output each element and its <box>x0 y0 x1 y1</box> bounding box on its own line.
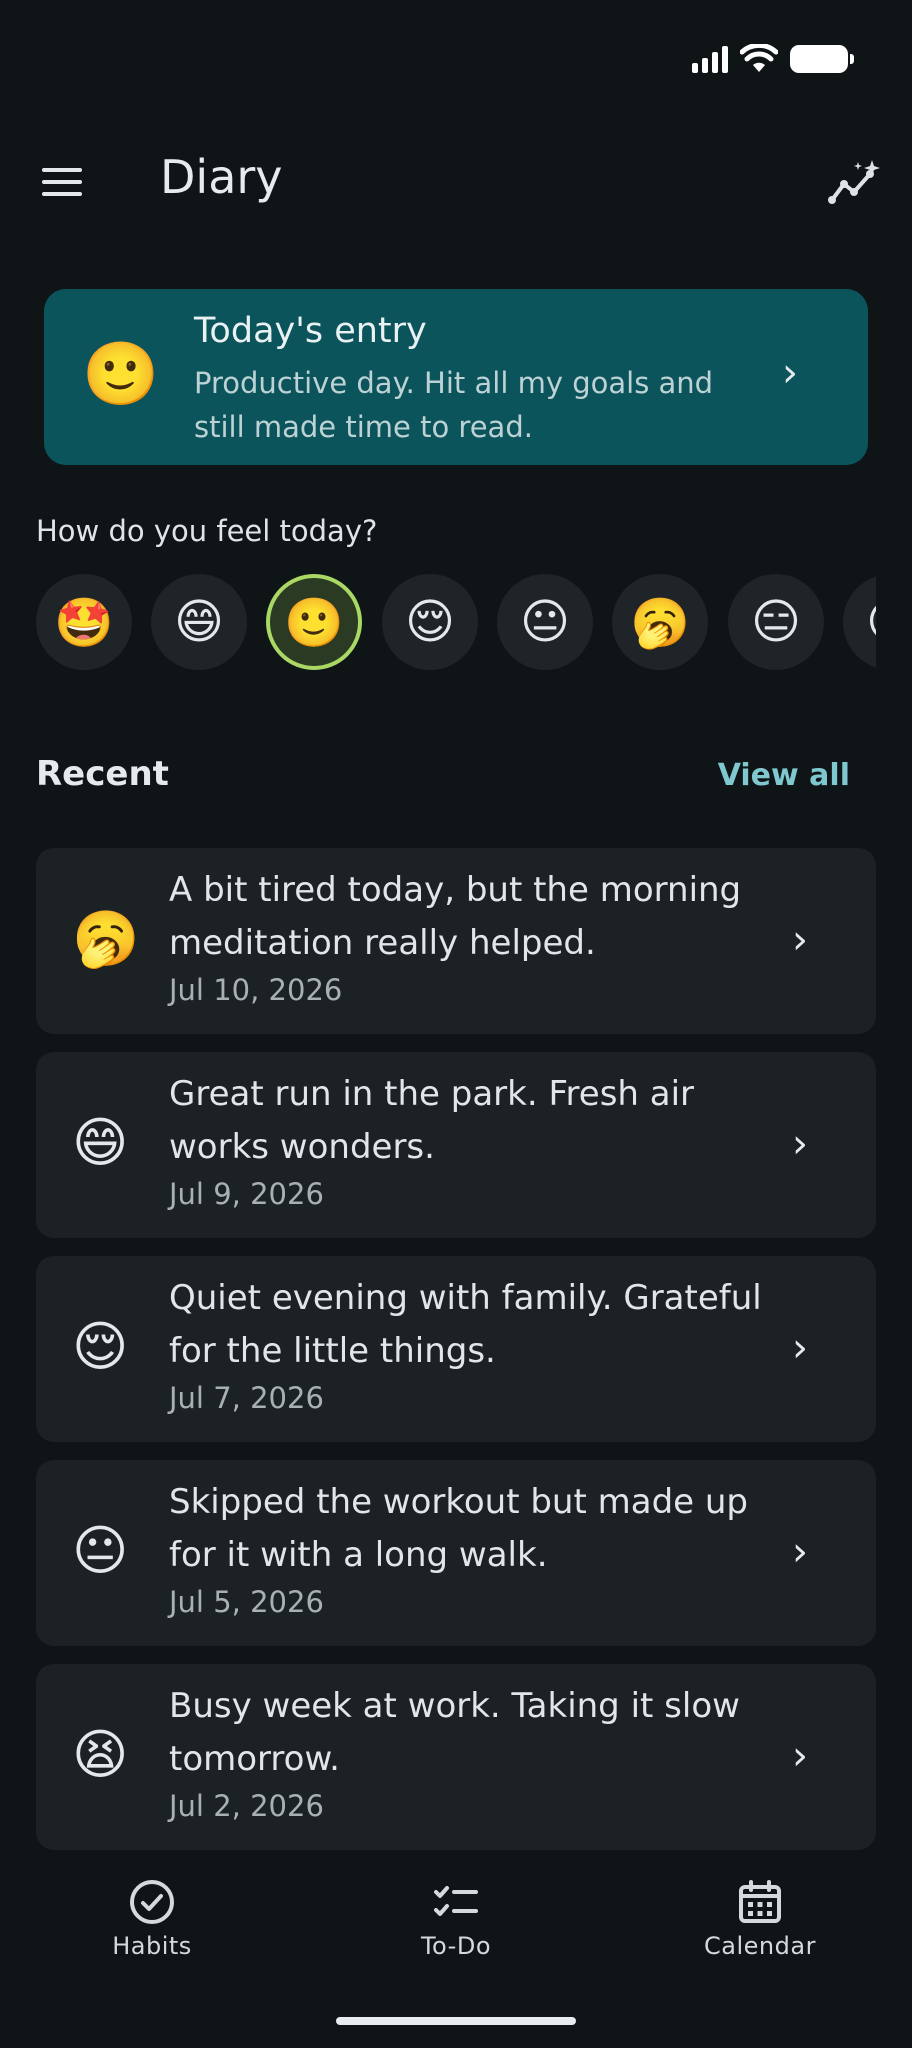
entry-mood-emoji: 🥱 <box>72 907 140 970</box>
nav-item-habits[interactable]: Habits <box>52 1878 252 1960</box>
nav-label-calendar: Calendar <box>704 1932 816 1960</box>
status-bar <box>692 44 854 74</box>
menu-button[interactable] <box>34 160 90 204</box>
mood-option-grinning[interactable]: 😄 <box>151 574 247 670</box>
cellular-signal-icon <box>692 45 728 73</box>
mood-option-star-struck[interactable]: 🤩 <box>36 574 132 670</box>
nav-label-todo: To-Do <box>420 1932 492 1960</box>
mood-option-relieved[interactable]: 😌 <box>382 574 478 670</box>
mood-option-neutral[interactable]: 😐 <box>497 574 593 670</box>
entry-mood-emoji: 😐 <box>72 1519 129 1582</box>
entry-date: Jul 9, 2026 <box>169 1177 324 1211</box>
nav-item-todo[interactable]: To-Do <box>356 1878 556 1960</box>
today-entry-text: Productive day. Hit all my goals and sti… <box>194 366 714 444</box>
mood-picker: 🤩 😄 🙂 😌 😐 🥱 😑 😢 <box>36 574 876 670</box>
check-circle-icon <box>130 1880 174 1924</box>
mood-option-crying[interactable]: 😢 <box>843 574 876 670</box>
mood-option-slight-smile-selected[interactable]: 🙂 <box>266 574 362 670</box>
chevron-right-icon: › <box>792 1733 808 1779</box>
chevron-right-icon: › <box>792 1325 808 1371</box>
mood-option-yawning[interactable]: 🥱 <box>612 574 708 670</box>
chevron-right-icon: › <box>792 1121 808 1167</box>
todays-entry-card[interactable]: 🙂 Today's entry Productive day. Hit all … <box>44 289 868 465</box>
calendar-icon <box>739 1880 781 1923</box>
today-mood-emoji: 🙂 <box>82 337 160 410</box>
entry-text: Great run in the park. Fresh air works w… <box>169 1074 695 1167</box>
battery-icon <box>790 45 854 73</box>
diary-entry-card[interactable]: 😌 Quiet evening with family. Grateful fo… <box>36 1256 876 1442</box>
entry-date: Jul 5, 2026 <box>169 1585 324 1619</box>
insights-sparkle-icon <box>828 160 880 204</box>
checklist-icon <box>434 1886 478 1916</box>
entry-text: Busy week at work. Taking it slow tomorr… <box>169 1686 740 1779</box>
entry-mood-emoji: 😫 <box>72 1723 129 1786</box>
insights-button[interactable] <box>828 158 884 208</box>
nav-label-habits: Habits <box>112 1932 192 1960</box>
nav-item-calendar[interactable]: Calendar <box>660 1878 860 1960</box>
chevron-right-icon: › <box>792 917 808 963</box>
wifi-icon <box>740 44 778 72</box>
today-entry-title: Today's entry <box>194 311 427 351</box>
entry-mood-emoji: 😄 <box>72 1111 129 1174</box>
page-title: Diary <box>160 150 283 204</box>
diary-entry-card[interactable]: 😫 Busy week at work. Taking it slow tomo… <box>36 1664 876 1850</box>
entry-text: Quiet evening with family. Grateful for … <box>169 1278 762 1371</box>
entry-text: A bit tired today, but the morning medit… <box>169 870 742 963</box>
chevron-right-icon: › <box>782 350 798 396</box>
entry-text: Skipped the workout but made up for it w… <box>169 1482 749 1575</box>
mood-option-expressionless[interactable]: 😑 <box>728 574 824 670</box>
view-all-link[interactable]: View all <box>718 758 850 793</box>
entry-date: Jul 2, 2026 <box>169 1789 324 1823</box>
diary-entry-card[interactable]: 😐 Skipped the workout but made up for it… <box>36 1460 876 1646</box>
entry-mood-emoji: 😌 <box>72 1315 129 1378</box>
entry-date: Jul 7, 2026 <box>169 1381 324 1415</box>
chevron-right-icon: › <box>792 1529 808 1575</box>
mood-question-label: How do you feel today? <box>36 514 378 548</box>
diary-entry-card[interactable]: 😄 Great run in the park. Fresh air works… <box>36 1052 876 1238</box>
entry-date: Jul 10, 2026 <box>169 973 343 1007</box>
home-indicator[interactable] <box>336 2017 576 2025</box>
diary-entry-card[interactable]: 🥱 A bit tired today, but the morning med… <box>36 848 876 1034</box>
recent-section-title: Recent <box>36 754 169 794</box>
